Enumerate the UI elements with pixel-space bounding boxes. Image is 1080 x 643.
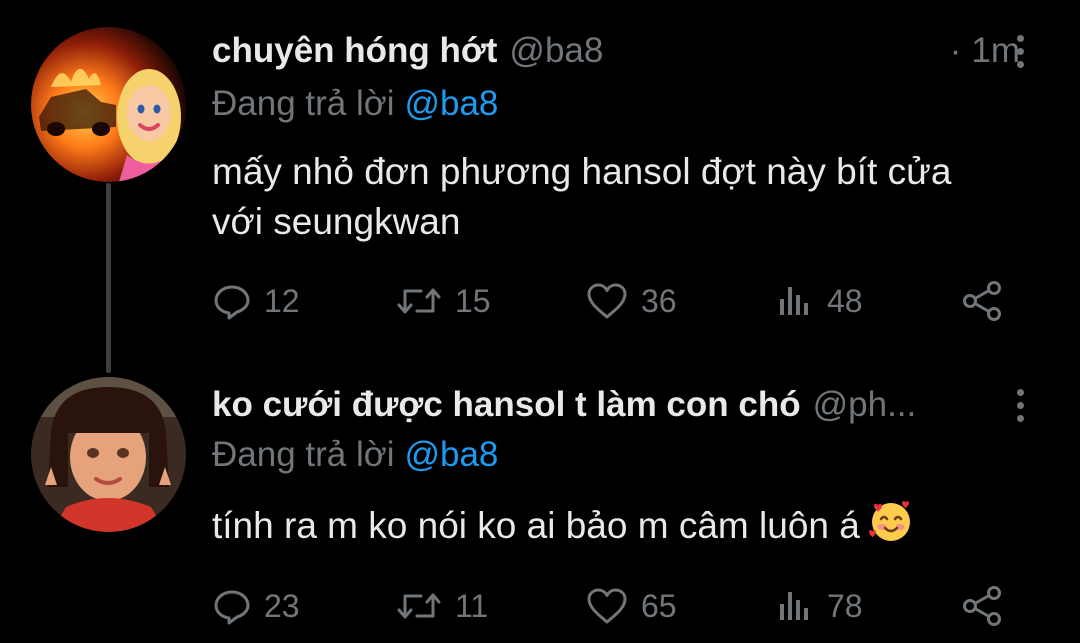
share-icon xyxy=(963,281,1001,321)
more-vertical-icon[interactable] xyxy=(1006,26,1034,76)
share-icon xyxy=(963,586,1001,626)
reply-button[interactable]: 12 xyxy=(212,277,300,325)
views-icon xyxy=(780,592,808,620)
like-button[interactable]: 36 xyxy=(585,277,677,325)
user-handle[interactable]: @ba8 xyxy=(509,31,939,71)
replying-to: Đang trả lời @ba8 xyxy=(212,435,498,475)
share-button[interactable] xyxy=(960,277,1004,325)
replying-to-label: Đang trả lời xyxy=(212,84,395,123)
retweet-button[interactable]: 15 xyxy=(395,277,491,325)
action-bar: 12 15 36 48 xyxy=(212,277,1012,325)
tweet[interactable]: ko cưới được hansol t làm con chó @ph...… xyxy=(0,345,1080,643)
heart-icon xyxy=(587,283,627,319)
tweet-text: mấy nhỏ đơn phương hansol đợt này bít cử… xyxy=(212,147,1042,247)
views-count: 78 xyxy=(827,587,863,624)
reply-icon xyxy=(214,285,250,320)
tweet-text-line: mấy nhỏ đơn phương hansol đợt này bít cử… xyxy=(212,151,952,192)
share-button[interactable] xyxy=(960,582,1004,630)
avatar[interactable] xyxy=(31,27,186,182)
heart-icon xyxy=(587,588,627,624)
retweet-icon xyxy=(397,288,441,314)
more-vertical-icon[interactable] xyxy=(1006,380,1034,430)
display-name[interactable]: chuyên hóng hớt xyxy=(212,31,497,71)
retweet-button[interactable]: 11 xyxy=(395,582,488,630)
tweet-text-line: tính ra m ko nói ko ai bảo m câm luôn á xyxy=(212,505,860,546)
retweet-icon xyxy=(397,593,441,619)
like-count: 36 xyxy=(641,282,677,319)
replying-to: Đang trả lời @ba8 xyxy=(212,84,498,124)
like-count: 65 xyxy=(641,587,677,624)
reply-mention-link[interactable]: @ba8 xyxy=(404,84,498,123)
action-bar: 23 11 65 78 xyxy=(212,582,1012,630)
smiling-face-with-hearts-icon xyxy=(868,498,914,557)
reply-mention-link[interactable]: @ba8 xyxy=(404,435,498,474)
reply-button[interactable]: 23 xyxy=(212,582,300,630)
replying-to-label: Đang trả lời xyxy=(212,435,395,474)
views-icon xyxy=(780,287,808,315)
retweet-count: 11 xyxy=(455,587,489,624)
avatar[interactable] xyxy=(31,377,186,532)
user-handle[interactable]: @ph... xyxy=(813,385,1020,425)
tweet[interactable]: chuyên hóng hớt @ba8 · 1m Đang trả lời @b… xyxy=(0,0,1080,345)
views-button[interactable]: 78 xyxy=(775,582,863,630)
separator-dot: · xyxy=(949,31,962,70)
display-name[interactable]: ko cưới được hansol t làm con chó xyxy=(212,385,801,425)
tweet-header: ko cưới được hansol t làm con chó @ph... xyxy=(212,380,1020,430)
reply-icon xyxy=(214,590,250,625)
views-button[interactable]: 48 xyxy=(775,277,863,325)
like-button[interactable]: 65 xyxy=(585,582,677,630)
tweet-text-line: với seungkwan xyxy=(212,201,461,242)
retweet-count: 15 xyxy=(455,282,491,319)
views-count: 48 xyxy=(827,282,863,319)
tweet-text: tính ra m ko nói ko ai bảo m câm luôn á xyxy=(212,498,1042,557)
reply-count: 12 xyxy=(264,282,300,319)
tweet-header: chuyên hóng hớt @ba8 · 1m xyxy=(212,26,1020,76)
reply-count: 23 xyxy=(264,587,300,624)
